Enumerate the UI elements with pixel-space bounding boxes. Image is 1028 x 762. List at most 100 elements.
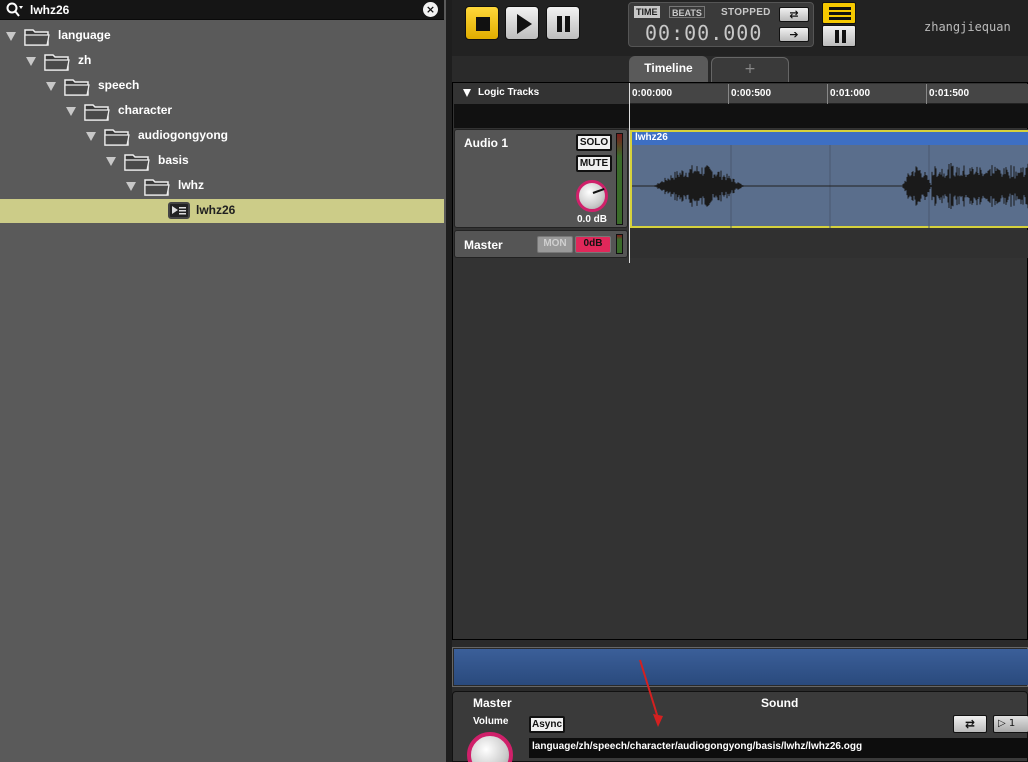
deck-button[interactable]: [822, 25, 856, 47]
tree-folder-item[interactable]: audiogongyong: [0, 124, 444, 148]
folder-icon: [64, 79, 90, 96]
folder-icon: [104, 129, 130, 146]
master-track-header[interactable]: Master MON 0dB: [454, 230, 628, 258]
track-name: Audio 1: [464, 136, 508, 150]
transport-bar: TIME BEATS STOPPED 00:00.000 ⇄ ➔ zhangji…: [452, 0, 1028, 56]
clear-search-button[interactable]: ×: [423, 2, 438, 17]
time-readout: 00:00.000: [645, 21, 763, 45]
pause-button[interactable]: [546, 6, 580, 40]
pause-bars-icon-bar: [842, 30, 846, 43]
master-track-lane: [629, 230, 1028, 258]
loop-icon: ⇄: [789, 8, 799, 21]
audio-clip[interactable]: lwhz26: [630, 130, 1028, 228]
follow-playhead-button[interactable]: ➔: [779, 27, 809, 42]
search-icon[interactable]: [6, 2, 24, 18]
expand-triangle-icon[interactable]: [66, 107, 76, 116]
solo-button[interactable]: SOLO: [576, 134, 612, 151]
tree-item-label: zh: [78, 53, 92, 67]
tab-timeline[interactable]: Timeline: [629, 56, 708, 82]
loop-playback-button[interactable]: ⇄: [779, 7, 809, 22]
master-section-title: Master: [473, 696, 512, 710]
stop-button[interactable]: [465, 6, 499, 40]
sound-section-title: Sound: [761, 696, 799, 710]
tree-item-label: speech: [98, 78, 140, 92]
sound-path-field[interactable]: language/zh/speech/character/audiogongyo…: [529, 738, 1028, 758]
volume-label: Volume: [473, 716, 509, 727]
master-level-meter: [616, 234, 623, 254]
pause-bars-icon: [835, 30, 839, 43]
ruler-tick-label: 0:01:500: [929, 88, 970, 99]
search-bar: ×: [0, 0, 444, 20]
play-icon: [517, 14, 532, 34]
track-volume-knob[interactable]: [576, 180, 608, 212]
editor-tabs: Timeline +: [452, 56, 1028, 82]
time-display: TIME BEATS STOPPED 00:00.000 ⇄ ➔: [628, 2, 814, 47]
overview-region[interactable]: [454, 649, 1028, 685]
play-count-icon: ▷: [998, 718, 1006, 729]
expand-triangle-icon[interactable]: [46, 82, 56, 91]
list-icon-line: [829, 12, 851, 15]
timeline-overview[interactable]: [452, 647, 1028, 687]
track-list-button[interactable]: [822, 2, 856, 24]
pause-icon-bar: [565, 16, 570, 32]
expand-triangle-icon[interactable]: [86, 132, 96, 141]
master-track-name: Master: [464, 238, 503, 252]
list-icon-line: [829, 17, 851, 20]
tree-item-label: lwhz: [178, 178, 204, 192]
folder-icon: [84, 104, 110, 121]
expand-triangle-icon[interactable]: [106, 157, 116, 166]
event-browser: × language zh speech character audiogong…: [0, 0, 446, 762]
mute-button[interactable]: MUTE: [576, 155, 612, 172]
collapse-triangle-icon[interactable]: [463, 89, 471, 97]
beats-tab[interactable]: BEATS: [669, 6, 705, 18]
master-volume-knob[interactable]: [467, 732, 513, 762]
ruler-tick-line: [728, 84, 729, 104]
pause-icon: [557, 16, 562, 32]
track-volume-value: 0.0 dB: [577, 214, 608, 225]
add-tab-button[interactable]: +: [711, 57, 789, 82]
tree-folder-item[interactable]: speech: [0, 74, 444, 98]
async-button[interactable]: Async: [529, 716, 565, 733]
time-tab[interactable]: TIME: [634, 6, 660, 18]
audio-track-header[interactable]: Audio 1 SOLO MUTE 0.0 dB: [454, 129, 628, 228]
tree-folder-item[interactable]: character: [0, 99, 444, 123]
deck-panel: Master Sound Volume Async ⇄ ▷ 1 language…: [452, 691, 1028, 762]
expand-triangle-icon[interactable]: [126, 182, 136, 191]
ruler-tick-line: [827, 84, 828, 104]
clip-title: lwhz26: [632, 132, 1028, 145]
zero-db-button[interactable]: 0dB: [575, 236, 611, 253]
tree-folder-item[interactable]: lwhz: [0, 174, 444, 198]
folder-icon: [144, 179, 170, 196]
tracks-area: Logic Tracks 0:00:000 0:00:500 0:01:000 0:0…: [452, 82, 1028, 640]
timeline-ruler[interactable]: 0:00:000 0:00:500 0:01:000 0:01:500: [629, 84, 1028, 104]
tree-item-label: lwhz26: [196, 203, 236, 217]
play-button[interactable]: [505, 6, 539, 40]
logic-track-lane: [454, 104, 1028, 128]
transport-status: STOPPED: [721, 7, 771, 18]
ruler-tick-label: 0:00:500: [731, 88, 772, 99]
play-count-value: 1: [1008, 718, 1016, 729]
event-icon: [168, 202, 190, 219]
search-input[interactable]: [30, 1, 410, 19]
folder-icon: [44, 54, 70, 71]
loop-sound-button[interactable]: ⇄: [953, 715, 987, 733]
logic-tracks-label: Logic Tracks: [478, 87, 540, 98]
tree-event-item[interactable]: lwhz26: [0, 199, 444, 223]
level-meter: [616, 133, 623, 225]
tree-folder-item[interactable]: zh: [0, 49, 444, 73]
tree-item-label: language: [58, 28, 111, 42]
tree-folder-item[interactable]: basis: [0, 149, 444, 173]
event-editor: TIME BEATS STOPPED 00:00.000 ⇄ ➔ zhangji…: [452, 0, 1028, 762]
expand-triangle-icon[interactable]: [6, 32, 16, 41]
tree-folder-item[interactable]: language: [0, 24, 444, 48]
play-count-button[interactable]: ▷ 1: [993, 715, 1028, 733]
ruler-tick-line: [926, 84, 927, 104]
monitor-button[interactable]: MON: [537, 236, 573, 253]
ruler-tick-label: 0:01:000: [830, 88, 871, 99]
waveform: [632, 145, 1028, 228]
user-name: zhangjiequan: [924, 20, 1011, 34]
tree-item-label: audiogongyong: [138, 128, 228, 142]
logic-tracks-header[interactable]: Logic Tracks: [454, 84, 628, 104]
playhead[interactable]: [629, 83, 630, 263]
expand-triangle-icon[interactable]: [26, 57, 36, 66]
